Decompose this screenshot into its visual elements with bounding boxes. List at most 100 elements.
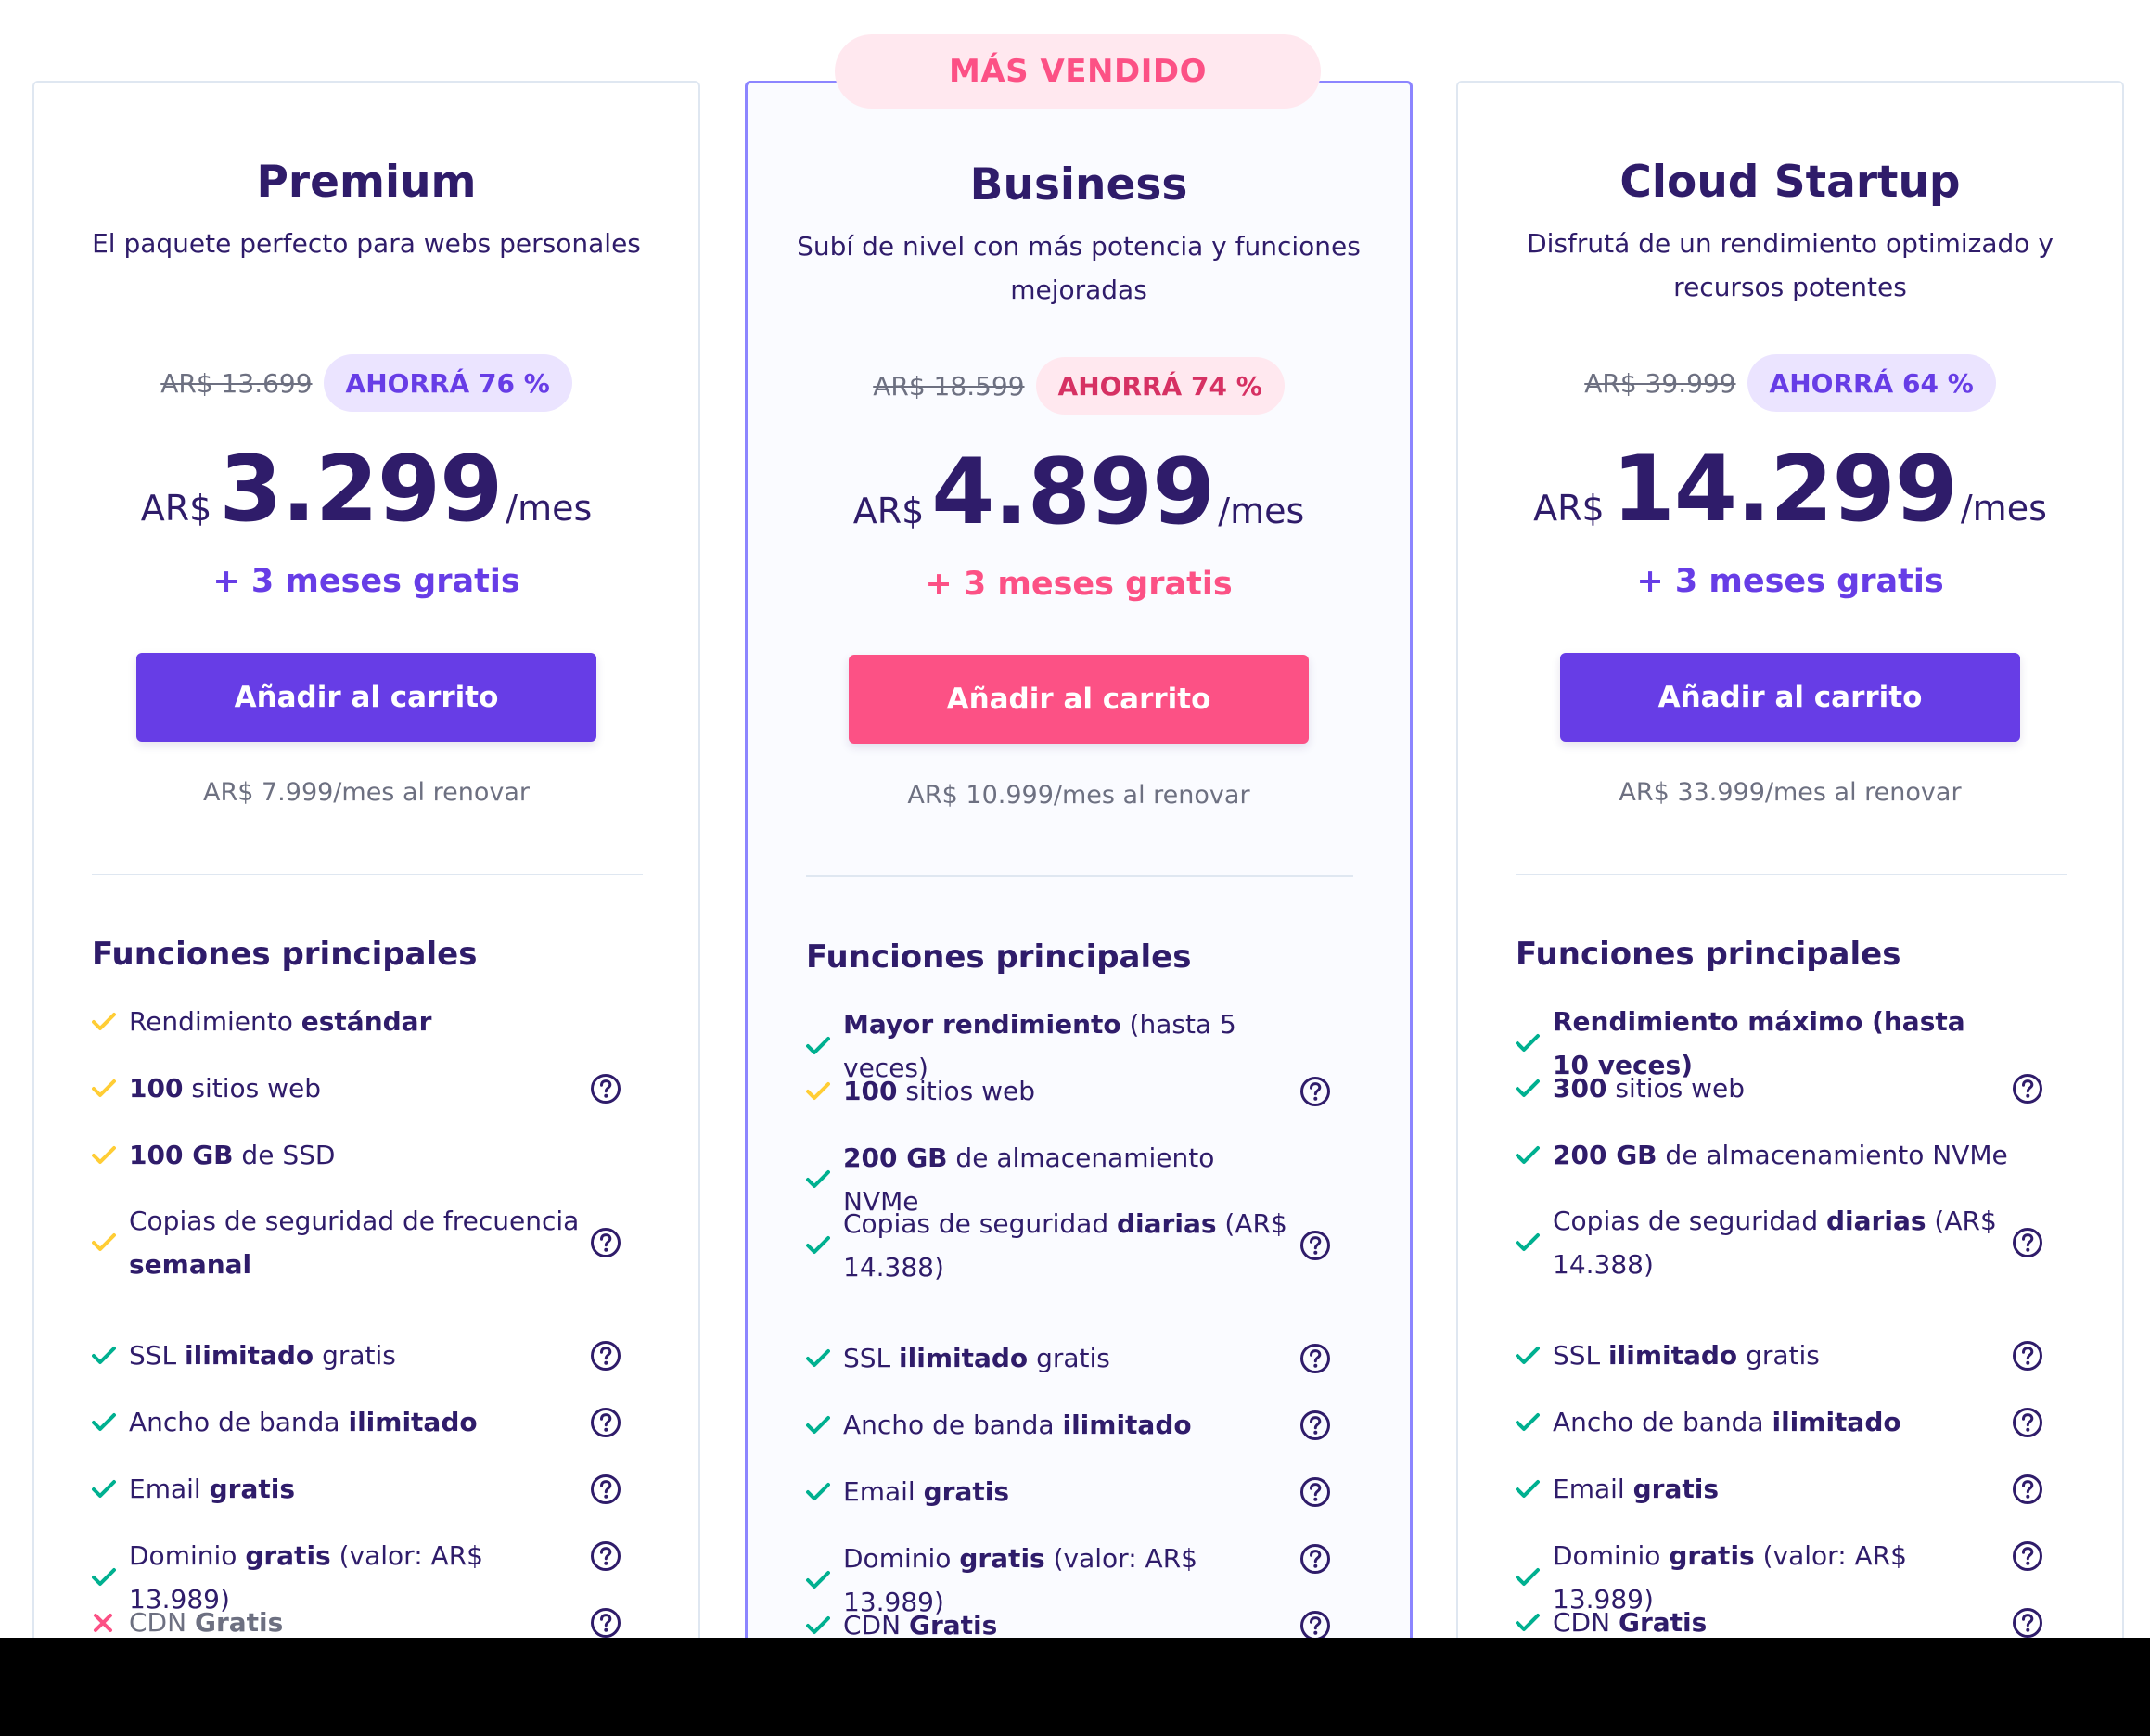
add-to-cart-button[interactable]: Añadir al carrito [136, 653, 596, 742]
feature-text-part: (AR$ [1926, 1206, 1997, 1236]
help-tooltip-icon[interactable] [590, 1474, 621, 1505]
feature-text: SSL ilimitado gratis [129, 1334, 396, 1377]
price-currency: AR$ [852, 491, 925, 531]
discount-row: AR$ 39.999 AHORRÁ 64 % [1458, 354, 2122, 412]
main-price: AR$ 14.299 /mes [1458, 437, 2122, 542]
price-amount: 3.299 [219, 437, 503, 542]
old-price: AR$ 18.599 [873, 370, 1025, 402]
help-tooltip-icon[interactable] [2012, 1073, 2043, 1104]
plan-title: Premium [256, 157, 477, 208]
price-period: /mes [1218, 491, 1305, 531]
check-green-icon [1516, 1232, 1553, 1253]
feature-item: CDN Gratis [92, 1601, 587, 1638]
feature-item: SSL ilimitado gratis [1516, 1334, 2009, 1377]
help-tooltip-icon[interactable] [2012, 1607, 2043, 1638]
feature-text-part: sitios web [183, 1073, 321, 1104]
plan-subtitle: Disfrutá de un rendimiento optimizado y … [1458, 222, 2122, 309]
feature-text: Ancho de banda ilimitado [1553, 1400, 1901, 1444]
help-tooltip-icon[interactable] [2012, 1407, 2043, 1438]
help-tooltip-icon[interactable] [1299, 1543, 1331, 1575]
feature-text: Email gratis [129, 1467, 295, 1511]
feature-item: Ancho de banda ilimitado [92, 1400, 587, 1444]
feature-item: SSL ilimitado gratis [806, 1336, 1297, 1380]
feature-text-bold: 200 GB [843, 1142, 948, 1173]
help-tooltip-icon[interactable] [2012, 1340, 2043, 1372]
feature-text-part: Copias de seguridad de frecuencia [129, 1206, 580, 1236]
check-yellow-icon [92, 1012, 129, 1032]
bonus-months: + 3 meses gratis [925, 566, 1233, 603]
add-to-cart-button[interactable]: Añadir al carrito [1560, 653, 2020, 742]
check-green-icon [806, 1482, 843, 1502]
help-tooltip-icon[interactable] [590, 1407, 621, 1438]
feature-item: Rendimiento estándar [92, 1000, 587, 1043]
feature-text: Ancho de banda ilimitado [843, 1403, 1192, 1447]
feature-item: 100 GB de SSD [92, 1133, 587, 1177]
main-price: AR$ 4.899 /mes [748, 440, 1410, 545]
price-period: /mes [506, 488, 593, 529]
plan-subtitle-line: Subí de nivel con más potencia y funcion… [797, 231, 1361, 262]
check-green-icon [92, 1567, 129, 1588]
feature-text-bold: Gratis [908, 1610, 998, 1638]
feature-text-bold: 300 [1553, 1073, 1607, 1104]
feature-text-bold: estándar [301, 1006, 432, 1037]
divider [1516, 874, 2067, 875]
feature-text-bold: ilimitado [185, 1340, 314, 1371]
feature-text: 200 GB de almacenamiento NVMe [1553, 1133, 2008, 1177]
help-tooltip-icon[interactable] [1299, 1343, 1331, 1374]
feature-text-bold: gratis [959, 1543, 1045, 1574]
feature-text-bold: ilimitado [1608, 1340, 1738, 1371]
divider [92, 874, 643, 875]
best-seller-badge: MÁS VENDIDO [835, 34, 1321, 108]
help-tooltip-icon[interactable] [2012, 1474, 2043, 1505]
feature-text-part: sitios web [897, 1076, 1035, 1106]
help-tooltip-icon[interactable] [1299, 1410, 1331, 1441]
feature-text-part: Copias de seguridad [843, 1208, 1118, 1239]
feature-text: 300 sitios web [1553, 1066, 1745, 1110]
plan-card-cloud-startup: Cloud Startup Disfrutá de un rendimiento… [1456, 81, 2124, 1638]
bottom-black-bar [0, 1638, 2150, 1736]
help-tooltip-icon[interactable] [590, 1340, 621, 1372]
help-tooltip-icon[interactable] [1299, 1476, 1331, 1508]
savings-badge: AHORRÁ 76 % [323, 354, 572, 412]
help-tooltip-icon[interactable] [590, 1227, 621, 1258]
feature-text-bold: semanal [129, 1249, 252, 1280]
savings-badge: AHORRÁ 74 % [1035, 357, 1285, 415]
help-tooltip-icon[interactable] [1299, 1076, 1331, 1107]
features-title: Funciones principales [1516, 936, 1901, 973]
feature-text-bold: gratis [1669, 1540, 1755, 1571]
check-green-icon [92, 1412, 129, 1433]
help-tooltip-icon[interactable] [1299, 1610, 1331, 1638]
plan-subtitle: Subí de nivel con más potencia y funcion… [748, 224, 1410, 312]
help-tooltip-icon[interactable] [2012, 1227, 2043, 1258]
feature-text-bold: diarias [1826, 1206, 1926, 1236]
feature-item: Ancho de banda ilimitado [1516, 1400, 2009, 1444]
renewal-price: AR$ 10.999/mes al renovar [907, 781, 1250, 810]
feature-text-part: SSL [843, 1343, 900, 1373]
feature-text: Ancho de banda ilimitado [129, 1400, 478, 1444]
check-green-icon [1516, 1412, 1553, 1433]
help-tooltip-icon[interactable] [590, 1540, 621, 1572]
check-yellow-icon [92, 1145, 129, 1166]
feature-text-part: Ancho de banda [129, 1407, 349, 1437]
help-tooltip-icon[interactable] [590, 1607, 621, 1638]
feature-text-bold: ilimitado [899, 1343, 1029, 1373]
discount-row: AR$ 13.699 AHORRÁ 76 % [34, 354, 698, 412]
price-period: /mes [1960, 488, 2047, 529]
feature-text: Copias de seguridad diarias (AR$ 14.388) [843, 1202, 1287, 1289]
plan-subtitle-line: mejoradas [1010, 274, 1147, 305]
check-green-icon [806, 1415, 843, 1436]
add-to-cart-button[interactable]: Añadir al carrito [849, 655, 1309, 744]
help-tooltip-icon[interactable] [1299, 1230, 1331, 1261]
check-green-icon [1516, 1479, 1553, 1500]
feature-text-bold: gratis [1632, 1474, 1719, 1504]
feature-text: 100 GB de SSD [129, 1133, 335, 1177]
feature-text-part: CDN [129, 1607, 195, 1638]
feature-text: 100 sitios web [843, 1069, 1035, 1113]
check-green-icon [92, 1346, 129, 1366]
feature-text-bold: gratis [209, 1474, 295, 1504]
feature-text-part: Dominio [843, 1543, 960, 1574]
features-title: Funciones principales [92, 936, 478, 973]
help-tooltip-icon[interactable] [590, 1073, 621, 1104]
help-tooltip-icon[interactable] [2012, 1540, 2043, 1572]
feature-text-bold: 100 [129, 1073, 184, 1104]
